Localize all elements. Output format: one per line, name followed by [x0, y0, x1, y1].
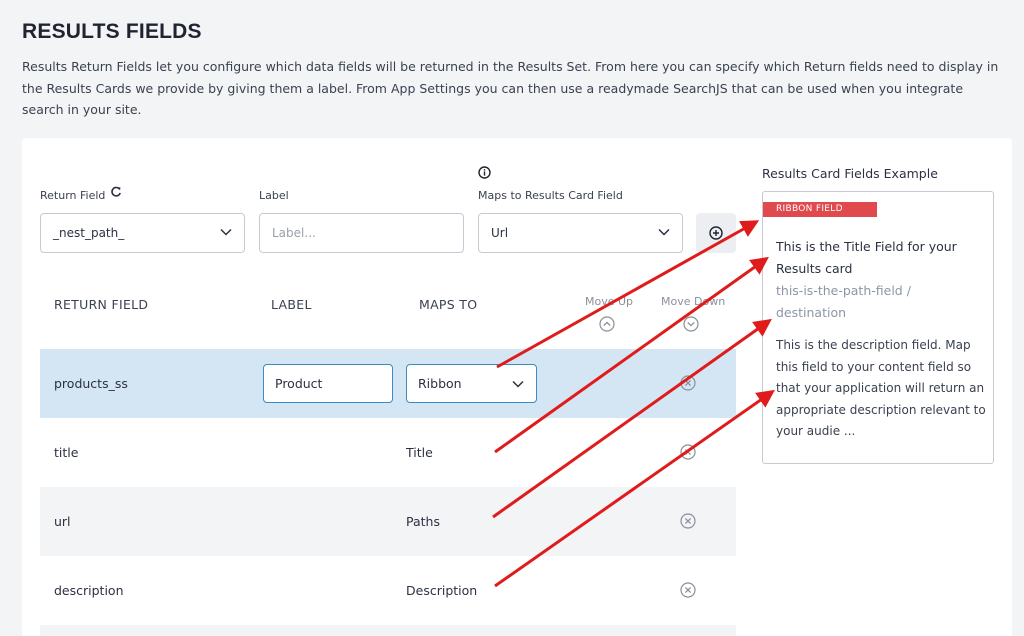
page-description: Results Return Fields let you configure …	[22, 59, 999, 117]
chevron-down-icon	[658, 228, 670, 236]
row-label-input[interactable]: Product	[263, 364, 393, 403]
remove-circle-icon[interactable]	[680, 582, 696, 598]
header-label: LABEL	[271, 297, 312, 312]
chevron-down-icon	[220, 228, 232, 236]
table-row[interactable]: description Description	[40, 556, 736, 625]
card-title-field: This is the Title Field for your Results…	[776, 239, 957, 276]
table-row[interactable]: products_ss Product Ribbon	[40, 349, 736, 418]
plus-circle-icon	[709, 226, 723, 240]
header-move-down: Move Down	[661, 295, 726, 308]
card-path-field: this-is-the-path-field / destination	[776, 283, 911, 320]
maps-to-label: Maps to Results Card Field	[478, 189, 623, 202]
card-example-heading: Results Card Fields Example	[762, 166, 938, 181]
row-label-value: Product	[275, 376, 323, 391]
label-label: Label	[259, 189, 289, 202]
maps-to-value: Url	[491, 226, 509, 240]
table-row[interactable]: title Title	[40, 418, 736, 487]
row-field: title	[54, 445, 79, 460]
row-field: url	[54, 514, 71, 529]
refresh-icon[interactable]	[110, 186, 122, 198]
add-field-button[interactable]	[696, 213, 736, 253]
row-maps-to: Paths	[406, 514, 440, 529]
remove-circle-icon[interactable]	[680, 513, 696, 529]
table-row[interactable]: url Paths	[40, 487, 736, 556]
ribbon-field: RIBBON FIELD	[763, 202, 877, 217]
label-placeholder: Label...	[272, 226, 316, 240]
info-icon[interactable]	[478, 166, 491, 179]
row-field: products_ss	[54, 376, 128, 391]
return-field-value: _nest_path_	[53, 226, 125, 240]
label-input[interactable]: Label...	[259, 213, 464, 253]
row-maps-to: Description	[406, 583, 478, 598]
chevron-down-icon	[512, 380, 524, 388]
return-field-label: Return Field	[40, 189, 106, 202]
row-maps-to: Title	[406, 445, 433, 460]
return-field-select[interactable]: _nest_path_	[40, 213, 245, 253]
chevron-up-circle-icon	[599, 316, 615, 332]
header-maps-to: MAPS TO	[419, 297, 478, 312]
card-description-field: This is the description field. Map this …	[776, 338, 986, 438]
chevron-down-circle-icon	[683, 316, 699, 332]
row-field: description	[54, 583, 124, 598]
row-maps-to-select[interactable]: Ribbon	[406, 364, 537, 403]
row-maps-to-value: Ribbon	[418, 376, 462, 391]
table-row[interactable]	[40, 625, 736, 636]
header-move-up: Move Up	[585, 295, 634, 308]
maps-to-select[interactable]: Url	[478, 213, 683, 253]
remove-circle-icon[interactable]	[680, 444, 696, 460]
header-return-field: RETURN FIELD	[54, 297, 149, 312]
results-card-preview: RIBBON FIELD This is the Title Field for…	[762, 191, 994, 464]
remove-circle-icon[interactable]	[680, 375, 696, 391]
page-title: RESULTS FIELDS	[22, 20, 202, 43]
